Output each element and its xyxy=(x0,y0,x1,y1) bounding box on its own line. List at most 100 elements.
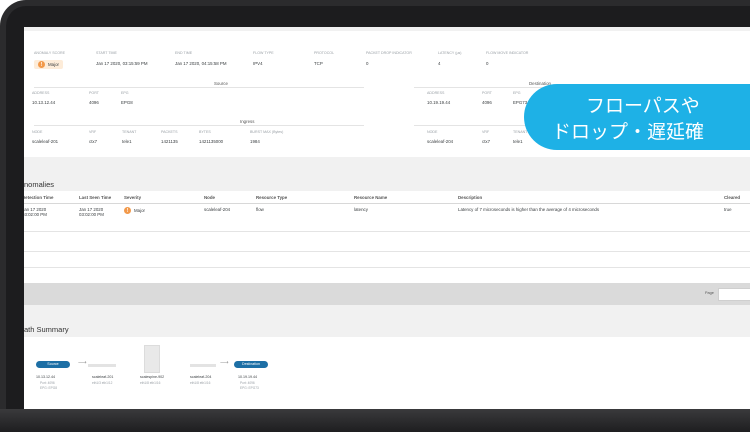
column-header: Description xyxy=(458,195,483,200)
path-node-name: scaleleaf-204 xyxy=(190,375,212,379)
link-line xyxy=(190,364,216,367)
path-node-interfaces: eth1/8 eth1/16 xyxy=(140,381,161,385)
path-summary-panel: Source ⟶ ⟶ Destination 10.13.12.44 Port:… xyxy=(24,337,750,409)
destination-epg: EPG: EPG73 xyxy=(240,386,259,390)
summary.ingress-value: 1421135000 xyxy=(199,139,224,144)
summary.egress-value: tele1 xyxy=(513,139,523,144)
source-ip: 10.13.12.44 xyxy=(36,375,55,379)
summary.fields-label: LATENCY (µs) xyxy=(438,51,462,55)
resource-name-cell: latency xyxy=(354,207,368,212)
severity-badge: ! Major xyxy=(124,207,145,214)
destination-port: Port: 4096 xyxy=(240,381,255,385)
ingress-title: Ingress xyxy=(240,119,255,124)
summary.fields-label: END TIME xyxy=(175,51,193,55)
spine-device-icon xyxy=(144,345,160,373)
summary.source-label: PORT xyxy=(89,91,99,95)
summary.destination-label: EPG xyxy=(513,91,521,95)
link-line xyxy=(88,364,116,367)
summary.ingress-label: NODE xyxy=(32,130,43,134)
path-node-name: scaleleaf-201 xyxy=(92,375,114,379)
summary.ingress-value: tele1 xyxy=(122,139,132,144)
summary.fields-label: FLOW MOVE INDICATOR xyxy=(486,51,529,55)
summary.ingress-value: 1421135 xyxy=(161,139,178,144)
path-node-interfaces: eth1/3 eth1/12 xyxy=(92,381,113,385)
callout-line-2: ドロップ・遅延確 xyxy=(552,122,705,143)
header-divider xyxy=(24,203,750,204)
row-divider xyxy=(24,231,750,232)
summary.ingress-label: VRF xyxy=(89,130,97,134)
summary.fields-value: 0 xyxy=(486,61,489,66)
summary.ingress-value: scaleleaf-201 xyxy=(32,139,59,144)
summary.source-value: 10.13.12.44 xyxy=(32,100,56,105)
column-header: Resource Name xyxy=(354,195,388,200)
source-epg: EPG: EPG8 xyxy=(40,386,58,390)
source-pill: Source xyxy=(36,361,70,368)
summary.fields-value: 0 xyxy=(366,61,369,66)
node-cell: scaleleaf-204 xyxy=(204,207,231,212)
summary.egress-value: ctx7 xyxy=(482,139,491,144)
source-port: Port: 4096 xyxy=(40,381,55,385)
summary.ingress-value: ctx7 xyxy=(89,139,98,144)
summary.fields-label: PACKET DROP INDICATOR xyxy=(366,51,412,55)
summary.egress-label: TENANT xyxy=(513,130,528,134)
summary.destination-label: ADDRESS xyxy=(427,91,445,95)
summary.ingress-value: 1984 xyxy=(250,139,260,144)
warning-icon: ! xyxy=(124,207,131,214)
path-summary-title: Path Summary xyxy=(24,325,69,334)
summary.ingress-label: PACKETS xyxy=(161,130,178,134)
severity-label: Major xyxy=(48,62,59,67)
column-header: Cleared xyxy=(724,195,741,200)
severity-label: Major xyxy=(134,208,145,213)
summary.destination-label: PORT xyxy=(482,91,492,95)
summary.fields-value: IPV4 xyxy=(253,61,263,66)
column-header: Severity xyxy=(124,195,142,200)
summary.source-label: ADDRESS xyxy=(32,91,50,95)
page-label: Page xyxy=(705,291,714,295)
laptop-bottom-edge xyxy=(0,409,750,432)
summary.destination-value: 4096 xyxy=(482,100,492,105)
row-divider xyxy=(24,267,750,268)
summary.destination-value: EPG73 xyxy=(513,100,528,105)
summary.fields-label: PROTOCOL xyxy=(314,51,335,55)
arrow-icon: ⟶ xyxy=(78,360,87,366)
summary.source-label: EPG xyxy=(121,91,129,95)
summary.egress-label: NODE xyxy=(427,130,438,134)
column-header: Resource Type xyxy=(256,195,288,200)
detection-time: Jan 17 2020 03:02:00 PM xyxy=(24,207,47,217)
summary.egress-value: scaleleaf-204 xyxy=(427,139,454,144)
description-cell: Latency of 7 microseconds is higher than… xyxy=(458,207,600,212)
summary.fields-value: Jan 17 2020, 03:15:59 PM xyxy=(96,61,148,66)
summary.source-value: 4096 xyxy=(89,100,99,105)
column-header: Node xyxy=(204,195,215,200)
warning-icon: ! xyxy=(38,61,45,68)
summary.egress-label: VRF xyxy=(482,130,490,134)
page-input[interactable] xyxy=(718,288,750,301)
pagination-bar: Page xyxy=(24,283,750,305)
arrow-icon: ⟶ xyxy=(220,360,229,366)
destination-pill: Destination xyxy=(234,361,268,368)
column-header: Detection Time xyxy=(24,195,54,200)
summary.fields-label: START TIME xyxy=(96,51,117,55)
callout-line-1: フローパスや xyxy=(586,96,700,117)
summary.ingress-label: TENANT xyxy=(122,130,137,134)
summary.destination-value: 10.19.19.44 xyxy=(427,100,451,105)
summary.fields-label: ANOMALY SCORE xyxy=(34,51,66,55)
summary.source-value: EPG8 xyxy=(121,100,133,105)
cleared-cell: true xyxy=(724,207,732,212)
resource-type-cell: flow xyxy=(256,207,264,212)
callout-banner: フローパスや ドロップ・遅延確 xyxy=(524,84,750,150)
severity-badge: ! Major xyxy=(34,60,63,69)
destination-ip: 10.19.19.44 xyxy=(238,375,257,379)
path-node-interfaces: eth1/8 eth1/16 xyxy=(190,381,211,385)
last-seen-time: Jan 17 2020 03:02:00 PM xyxy=(79,207,104,217)
summary.fields-value: 4 xyxy=(438,61,441,66)
summary.fields-value: TCP xyxy=(314,61,323,66)
anomalies-table: Detection Time Last Seen Time Severity Node… xyxy=(24,191,750,283)
anomalies-title: Anomalies xyxy=(24,180,55,189)
row-divider xyxy=(24,251,750,252)
summary.fields-label: FLOW TYPE xyxy=(253,51,274,55)
summary.ingress-label: BURST MAX (Bytes) xyxy=(250,130,284,134)
divider xyxy=(34,87,364,88)
path-node-name: scalespine-902 xyxy=(140,375,165,379)
column-header: Last Seen Time xyxy=(79,195,112,200)
